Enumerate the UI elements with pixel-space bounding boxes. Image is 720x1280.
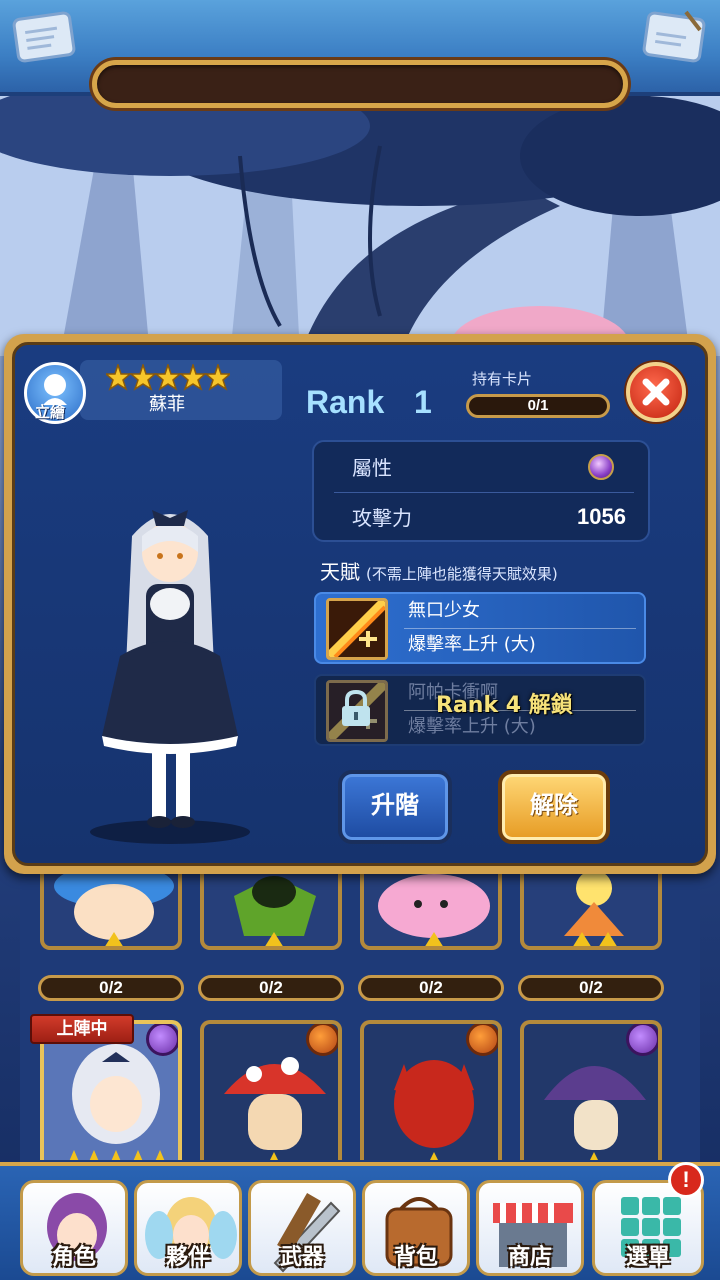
nav-character[interactable]: 角色 bbox=[20, 1180, 128, 1276]
upgrade-button[interactable]: 升階 bbox=[338, 770, 452, 844]
fire-element-icon bbox=[466, 1024, 498, 1056]
talent-header: 天賦 (不需上陣也能獲得天賦效果) bbox=[320, 560, 558, 586]
character-card[interactable] bbox=[200, 1020, 342, 1160]
character-name: 蘇菲 bbox=[149, 394, 185, 415]
fire-element-icon bbox=[306, 1024, 338, 1056]
card-count: 0/2 bbox=[38, 975, 184, 1001]
star-icon bbox=[128, 364, 158, 391]
character-card[interactable] bbox=[360, 866, 502, 950]
star-icon bbox=[203, 364, 230, 391]
blue-hat-monster-icon bbox=[54, 866, 174, 946]
star-rating bbox=[106, 364, 230, 391]
notification-badge: ! bbox=[668, 1162, 704, 1198]
lock-icon bbox=[342, 689, 370, 726]
character-card[interactable] bbox=[520, 866, 662, 950]
dark-attribute-icon bbox=[588, 454, 614, 480]
title-bar bbox=[92, 60, 628, 108]
close-icon bbox=[642, 378, 670, 406]
close-button[interactable] bbox=[626, 362, 686, 422]
dark-element-icon bbox=[626, 1024, 658, 1056]
nav-weapon[interactable]: 武器 bbox=[248, 1180, 356, 1276]
card-count: 0/2 bbox=[198, 975, 344, 1001]
talent-name: 無口少女 bbox=[408, 600, 480, 621]
stats-panel: 屬性 攻擊力 1056 bbox=[312, 440, 650, 542]
attack-label: 攻擊力 bbox=[352, 506, 412, 530]
attribute-label: 屬性 bbox=[352, 456, 392, 480]
nav-bag[interactable]: 背包 bbox=[362, 1180, 470, 1276]
talent-desc: 爆擊率上升 (大) bbox=[408, 634, 536, 655]
attack-row: 攻擊力 1056 bbox=[314, 492, 648, 542]
star-icon bbox=[153, 364, 183, 391]
character-card[interactable] bbox=[360, 1020, 502, 1160]
owned-cards-bar: 0/1 bbox=[466, 394, 610, 418]
active-ribbon: 上陣中 bbox=[30, 1014, 134, 1044]
green-cloak-monster-icon bbox=[234, 876, 316, 946]
nav-partner[interactable]: 夥伴 bbox=[134, 1180, 242, 1276]
pink-blob-monster-icon bbox=[378, 874, 490, 946]
bottom-nav: 角色 夥伴 武器 背包 商店 選單 bbox=[0, 1162, 720, 1280]
attack-value: 1056 bbox=[577, 504, 626, 529]
character-card[interactable] bbox=[520, 1020, 662, 1160]
character-card[interactable] bbox=[200, 866, 342, 950]
mail-scroll-icon[interactable] bbox=[636, 6, 714, 68]
dark-element-icon bbox=[146, 1024, 178, 1056]
sophie-character-figure bbox=[90, 510, 250, 844]
rank-value: 1 bbox=[414, 384, 432, 420]
forest-background bbox=[0, 96, 720, 356]
quest-scroll-icon[interactable] bbox=[6, 6, 84, 68]
card-count: 0/2 bbox=[518, 975, 664, 1001]
owned-cards-label: 持有卡片 bbox=[472, 370, 533, 388]
talent-item[interactable]: 無口少女 爆擊率上升 (大) bbox=[314, 592, 646, 664]
character-card[interactable] bbox=[40, 866, 182, 950]
star-icon bbox=[178, 364, 208, 391]
release-button[interactable]: 解除 bbox=[498, 770, 610, 844]
flower-monster-icon bbox=[564, 870, 624, 946]
unlock-requirement: Rank 4 解鎖 bbox=[436, 693, 573, 718]
star-icon bbox=[106, 364, 133, 391]
talent-slash-icon bbox=[326, 598, 388, 660]
portrait-button[interactable]: 立繪 bbox=[24, 362, 86, 424]
rank-label: Rank bbox=[306, 384, 385, 420]
divider bbox=[404, 628, 636, 629]
card-count: 0/2 bbox=[358, 975, 504, 1001]
talent-subtitle: (不需上陣也能獲得天賦效果) bbox=[366, 565, 558, 583]
spirit-icon bbox=[43, 374, 67, 405]
attribute-row: 屬性 bbox=[314, 442, 648, 492]
nav-shop[interactable]: 商店 bbox=[476, 1180, 584, 1276]
talent-title: 天賦 bbox=[320, 560, 360, 584]
